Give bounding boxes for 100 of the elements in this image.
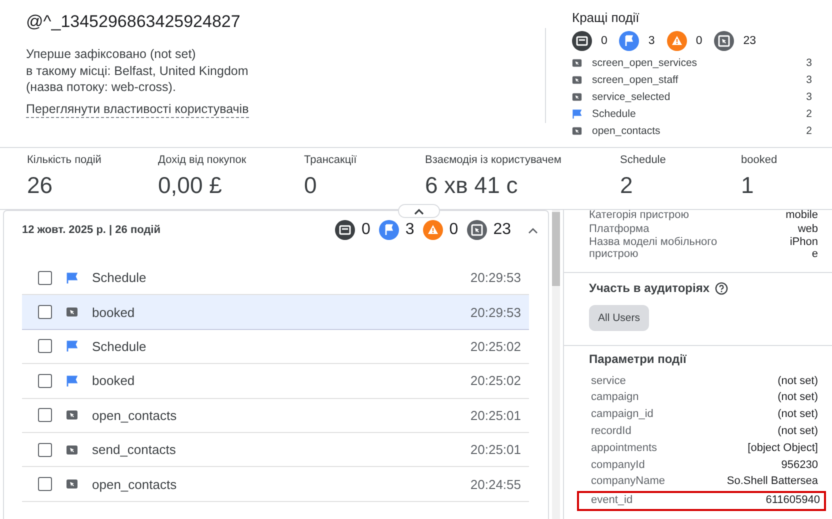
parameter-value: (not set) — [778, 426, 818, 438]
event-time: 20:24:55 — [470, 476, 521, 492]
cursor-icon — [66, 409, 78, 422]
user-info-text: в такому місці: Belfast, United Kingdom — [26, 62, 250, 79]
timeline-date: 12 жовт. 2025 р. | 26 подій — [22, 224, 162, 236]
cursor-icon — [572, 74, 582, 84]
user-properties-link[interactable]: Переглянути властивості користувачів — [26, 102, 249, 118]
parameter-value: So.Shell Battersea — [726, 476, 818, 488]
event-time: 20:25:01 — [470, 442, 521, 458]
event-name: open_contacts — [92, 408, 178, 423]
event-time: 20:25:02 — [470, 373, 521, 388]
checkbox[interactable] — [38, 442, 52, 457]
event-count: 0 — [696, 35, 702, 47]
event-name: screen_open_staff — [592, 74, 680, 86]
parameter-name: event_id — [591, 495, 633, 507]
audience-chip[interactable]: All Users — [589, 305, 650, 331]
screen-icon — [335, 220, 356, 240]
event-time: 20:25:01 — [470, 408, 521, 423]
cursor-icon — [572, 126, 582, 136]
checkbox[interactable] — [38, 477, 52, 492]
event-time: 20:29:53 — [470, 270, 521, 286]
event-count: 0 — [449, 221, 458, 239]
event-count: 2 — [806, 124, 812, 136]
top-events-title: Кращі події — [572, 10, 640, 25]
chevron-up-icon — [528, 226, 538, 234]
event-time: 20:29:53 — [470, 304, 521, 320]
user-info-text: Уперше зафіксовано (not set) — [26, 46, 197, 62]
event-time: 20:25:02 — [470, 338, 521, 354]
parameter-name: appointments — [591, 442, 658, 454]
metric-label: Schedule — [620, 154, 667, 166]
cursor-icon — [66, 306, 78, 318]
flag-icon — [66, 374, 78, 387]
cursor-icon — [714, 31, 734, 51]
property-name: Платформа — [589, 224, 650, 235]
metric-value: 0 — [304, 172, 318, 199]
event-count: 2 — [806, 108, 812, 120]
parameter-name: campaign_id — [591, 409, 654, 421]
parameter-name: service — [591, 376, 626, 388]
checkbox[interactable] — [38, 339, 52, 354]
parameter-name: recordId — [591, 426, 632, 438]
event-name: open_contacts — [92, 476, 178, 492]
event-count: 3 — [648, 35, 655, 47]
property-value: web — [798, 224, 818, 235]
metric-value: 2 — [620, 172, 634, 199]
screen-icon — [572, 31, 592, 51]
property-name: Назва моделі мобільного пристрою — [589, 237, 718, 260]
flag-icon — [572, 108, 582, 118]
warning-icon — [423, 220, 444, 240]
event-count: 3 — [806, 56, 812, 68]
metric-value: 0,00 £ — [158, 172, 223, 199]
metric-value: 6 хв 41 с — [425, 172, 519, 199]
event-name: screen_open_services — [592, 56, 698, 68]
metric-value: 26 — [27, 172, 54, 199]
checkbox[interactable] — [38, 270, 52, 285]
cursor-icon — [572, 58, 582, 68]
parameter-value: [object Object] — [748, 442, 818, 454]
event-count: 23 — [493, 221, 511, 239]
warning-icon — [666, 31, 687, 51]
event-row[interactable]: send_contacts 20:25:01 — [22, 432, 529, 468]
event-count: 3 — [405, 221, 414, 239]
metric-label: booked — [741, 154, 778, 166]
metric-label: Дохід від покупок — [158, 154, 248, 166]
parameter-name: companyName — [591, 476, 665, 488]
checkbox[interactable] — [38, 408, 52, 422]
help-icon[interactable] — [714, 282, 728, 294]
metric-value: 1 — [741, 172, 755, 199]
user-info-text: (назва потоку: web-cross). — [26, 79, 177, 96]
cursor-icon — [66, 444, 78, 456]
event-name: booked — [92, 373, 136, 388]
parameter-value: 956230 — [781, 460, 818, 472]
parameter-value: 611605940 — [766, 495, 820, 507]
cursor-icon — [66, 478, 78, 490]
metric-label: Взаємодія із користувачем — [425, 154, 562, 166]
event-row[interactable]: booked 20:25:02 — [22, 364, 529, 399]
event-name: send_contacts — [92, 442, 177, 458]
user-id-title: @^_1345296863425924827 — [26, 12, 242, 32]
parameter-value: (not set) — [778, 409, 818, 421]
property-value: iPhone — [789, 237, 818, 260]
flag-icon — [379, 220, 400, 240]
event-name: service_selected — [592, 90, 672, 102]
event-row[interactable]: open_contacts 20:24:55 — [22, 467, 529, 502]
flag-icon — [619, 31, 640, 51]
section-title: Параметри події — [589, 352, 686, 366]
chevron-up-icon — [414, 208, 424, 214]
flag-icon — [66, 340, 78, 352]
event-row[interactable]: Schedule 20:25:02 — [22, 330, 529, 364]
event-count: 3 — [806, 74, 812, 86]
scrollbar[interactable] — [552, 210, 560, 519]
parameter-value: (not set) — [778, 392, 818, 404]
metric-label: Кількість подій — [27, 154, 102, 166]
event-row[interactable]: open_contacts 20:25:01 — [22, 398, 529, 433]
event-name: Schedule — [92, 270, 148, 286]
flag-icon — [66, 272, 78, 284]
expand-toggle[interactable] — [398, 204, 440, 218]
checkbox[interactable] — [38, 374, 52, 388]
cursor-icon — [572, 92, 582, 102]
event-name: Schedule — [592, 108, 637, 120]
checkbox[interactable] — [38, 305, 52, 320]
parameter-name: companyId — [591, 460, 645, 472]
event-row[interactable]: booked 20:29:53 — [22, 295, 529, 330]
